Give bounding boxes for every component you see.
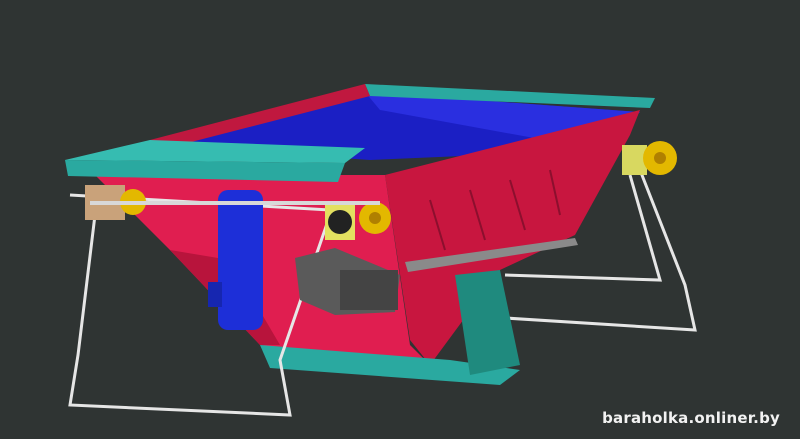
gear-motor-housing [340, 270, 398, 310]
blue-motor [218, 190, 263, 330]
support-legs [455, 270, 520, 375]
drive-shaft [90, 201, 380, 205]
hopper-cad-render [65, 84, 697, 417]
watermark: baraholka.onliner.by [602, 409, 780, 427]
blue-motor-flange [208, 282, 222, 307]
